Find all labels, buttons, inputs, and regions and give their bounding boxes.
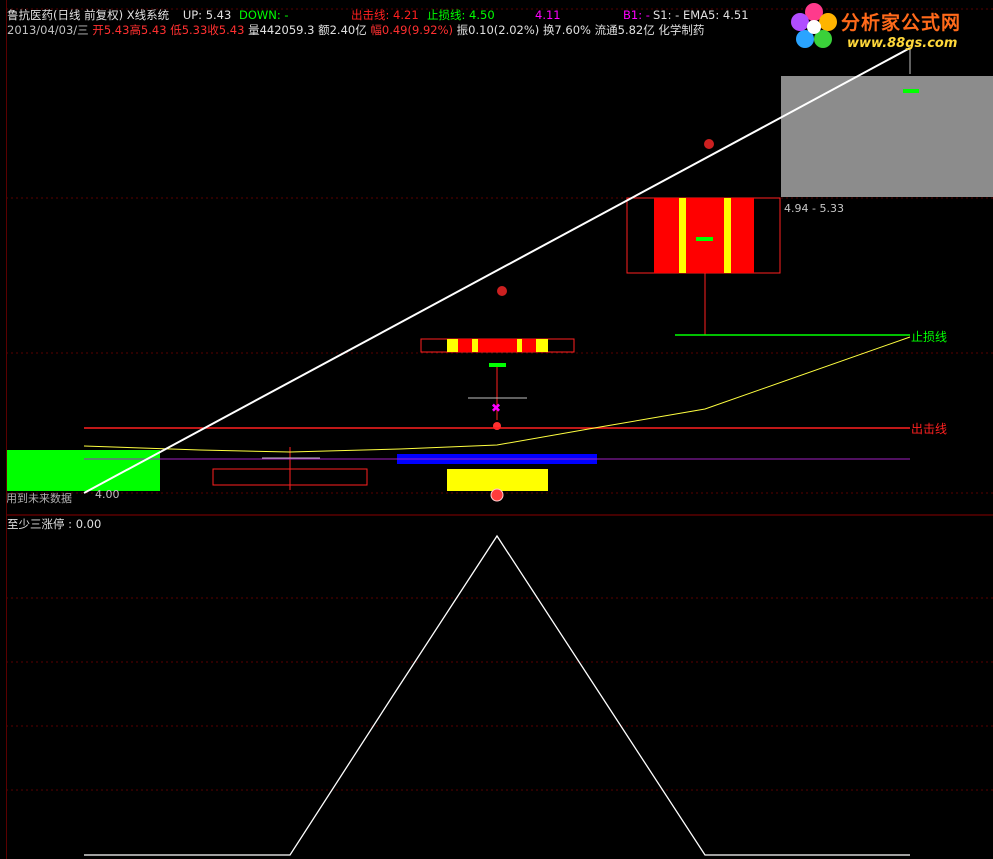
sell-marker-icon bbox=[704, 139, 714, 149]
logo-url: www.88gs.com bbox=[847, 36, 958, 51]
sell-marker-icon-2 bbox=[497, 286, 507, 296]
sub-series-line bbox=[84, 534, 910, 856]
zhisun-label: 止损线: 4.50 bbox=[427, 8, 495, 22]
info-turnover: 换7.60% bbox=[542, 23, 591, 37]
s1-label: S1: - bbox=[653, 8, 680, 22]
sub-grid bbox=[6, 597, 993, 791]
mid-box-y2 bbox=[472, 339, 478, 352]
mid-box-y4 bbox=[536, 339, 548, 352]
info-low: 低5.33 bbox=[170, 23, 208, 37]
site-logo: 分析家公式网 www.88gs.com bbox=[789, 2, 989, 54]
info-amount: 额2.40亿 bbox=[318, 23, 367, 37]
left-axis bbox=[0, 0, 7, 859]
green-block bbox=[6, 450, 160, 491]
gray-block-marker bbox=[903, 89, 919, 93]
header-row: 鲁抗医药(日线 前复权) X线系统 UP: 5.43 DOWN: - 出击线: … bbox=[7, 8, 749, 22]
sub-title: 至少三涨停 : 0.00 bbox=[7, 517, 101, 531]
info-change: 幅0.49(9.92%) bbox=[370, 23, 453, 37]
chuji-line-label: 出击线 bbox=[911, 422, 947, 436]
logo-name: 分析家公式网 bbox=[841, 12, 962, 34]
range-box-fill bbox=[654, 198, 754, 273]
mid-box-y1 bbox=[447, 339, 458, 352]
info-float-cap: 流通5.82亿 bbox=[594, 23, 655, 37]
yellow-block bbox=[447, 469, 548, 491]
info-close: 收5.43 bbox=[207, 23, 245, 37]
info-volume: 量442059.3 bbox=[248, 23, 315, 37]
range-box-stripe-2 bbox=[724, 198, 731, 273]
ema5-label: EMA5: 4.51 bbox=[683, 8, 749, 22]
mid-box-y3 bbox=[517, 339, 522, 352]
info-row: 2013/04/03/三 开5.43高5.43 低5.33收5.43 量4420… bbox=[7, 24, 704, 37]
info-high: 高5.43 bbox=[129, 23, 167, 37]
range-box-marker bbox=[696, 237, 713, 241]
gray-block bbox=[781, 76, 993, 197]
info-open: 开5.43 bbox=[92, 23, 130, 37]
up-label: UP: 5.43 bbox=[182, 8, 232, 22]
title: 鲁抗医药(日线 前复权) X线系统 bbox=[7, 8, 170, 22]
b1-label: B1: - bbox=[623, 8, 650, 22]
buy-ball-icon bbox=[490, 488, 504, 502]
mid-box-marker bbox=[489, 363, 506, 367]
extra-value: 4.11 bbox=[535, 8, 561, 22]
mid-box-r bbox=[458, 339, 536, 352]
chuji-label: 出击线: 4.21 bbox=[351, 8, 419, 22]
future-data-label: 用到未来数据 bbox=[6, 491, 72, 505]
zhisun-line-label: 止损线 bbox=[911, 330, 947, 344]
future-data-value: 4.00 bbox=[95, 488, 120, 501]
magenta-x-icon: ✖ bbox=[491, 401, 501, 415]
range-label: 4.94 - 5.33 bbox=[784, 202, 844, 215]
flower-logo-icon bbox=[791, 3, 837, 48]
chart-canvas: 4.94 - 5.33 ✖ 止损线 出击线 用到未来数据 4.00 至少三涨停 … bbox=[6, 8, 993, 856]
down-label: DOWN: - bbox=[238, 8, 289, 22]
info-date: 2013/04/03/三 bbox=[7, 23, 89, 37]
range-box-stripe-1 bbox=[679, 198, 686, 273]
info-sector: 化学制药 bbox=[658, 23, 705, 37]
red-arrow-icon bbox=[493, 422, 501, 430]
info-amplitude: 振0.10(2.02%) bbox=[456, 23, 540, 37]
